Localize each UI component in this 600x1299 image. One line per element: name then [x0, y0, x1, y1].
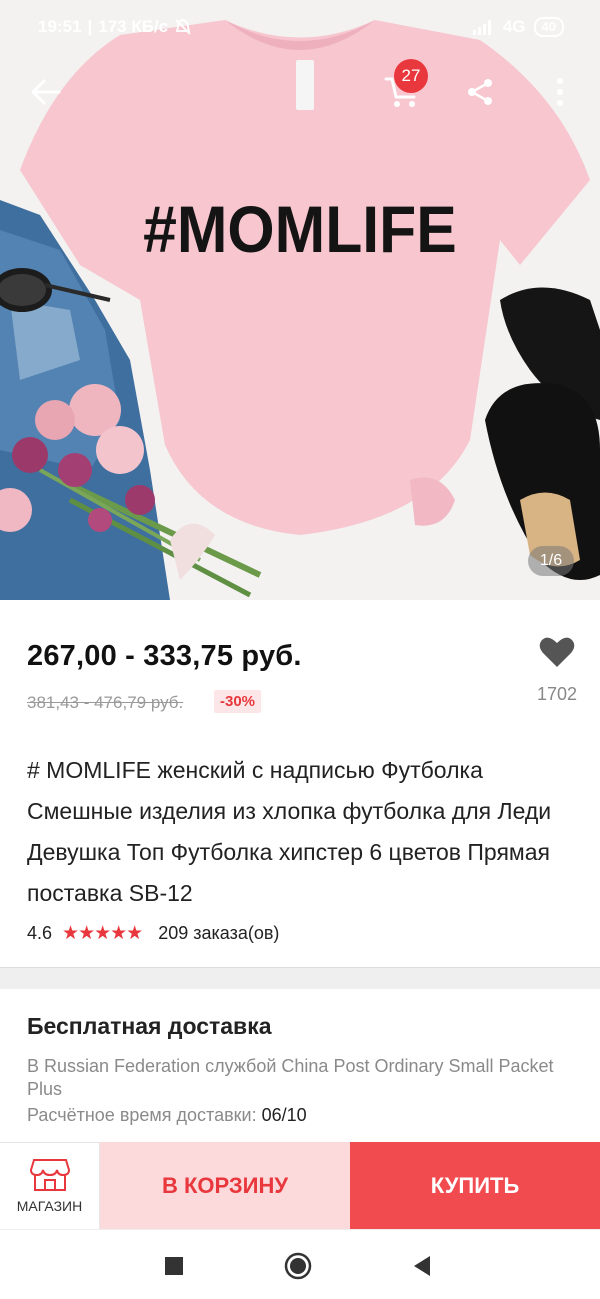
home-circle-icon [284, 1252, 312, 1280]
heart-icon [539, 637, 575, 667]
network-type: 4G [502, 17, 526, 36]
rating-row[interactable]: 4.6 ★★★★★ 209 заказа(ов) [27, 922, 279, 945]
battery-icon: 40 [533, 17, 564, 37]
buy-now-button[interactable]: КУПИТЬ [350, 1142, 600, 1229]
shipping-description: В Russian Federation службой China Post … [27, 1056, 554, 1099]
product-price: 267,00 - 333,75 руб. [27, 640, 302, 672]
orders-count: 209 заказа(ов) [158, 923, 280, 943]
recents-button[interactable] [156, 1248, 192, 1284]
photo-counter: 1/6 [528, 546, 574, 576]
bottom-action-bar: МАГАЗИН В КОРЗИНУ КУПИТЬ [0, 1142, 600, 1229]
store-button[interactable]: МАГАЗИН [0, 1142, 100, 1229]
store-icon [29, 1159, 70, 1191]
shipping-eta: Расчётное время доставки: 06/10 [27, 1105, 307, 1126]
product-photo: #MOMLIFE [0, 0, 600, 600]
favorite-button[interactable]: 1702 [530, 630, 584, 710]
section-divider [0, 967, 600, 989]
square-icon [165, 1257, 183, 1275]
back-arrow-icon [31, 79, 61, 105]
status-bar: 19:51 | 173 КБ/с 4G 40 [0, 0, 600, 56]
rating-stars-icon: ★★★★★ [62, 923, 143, 944]
home-button[interactable] [280, 1248, 316, 1284]
shipping-title[interactable]: Бесплатная доставка [27, 1013, 272, 1040]
cart-count-badge: 27 [394, 59, 428, 93]
more-vert-icon [557, 78, 563, 106]
shipping-eta-value: 06/10 [261, 1105, 307, 1125]
add-to-cart-button[interactable]: В КОРЗИНУ [100, 1142, 350, 1229]
product-title: # MOMLIFE женский с надписью Футболка См… [27, 757, 552, 906]
back-nav-button[interactable] [404, 1248, 440, 1284]
favorites-count: 1702 [536, 684, 578, 704]
share-button[interactable] [454, 66, 506, 118]
status-speed: 173 КБ/с [98, 17, 169, 36]
mute-bell-icon [175, 19, 191, 35]
discount-badge: -30% [214, 690, 262, 713]
back-button[interactable] [20, 66, 72, 118]
store-label: МАГАЗИН [16, 1198, 83, 1214]
triangle-back-icon [414, 1256, 430, 1276]
product-image-gallery[interactable]: #MOMLIFE 19:51 | 173 КБ/с 4G 40 27 1/6 [0, 0, 600, 600]
rating-value: 4.6 [27, 923, 53, 943]
system-navigation-bar [0, 1229, 600, 1299]
shipping-eta-label: Расчётное время доставки: [27, 1105, 257, 1125]
status-time: 19:51 [38, 17, 82, 36]
old-price: 381,43 - 476,79 руб. [27, 693, 184, 712]
share-icon [468, 79, 492, 105]
more-options-button[interactable] [534, 66, 586, 118]
signal-icon [472, 20, 491, 35]
shirt-print-text: #MOMLIFE [143, 194, 457, 267]
